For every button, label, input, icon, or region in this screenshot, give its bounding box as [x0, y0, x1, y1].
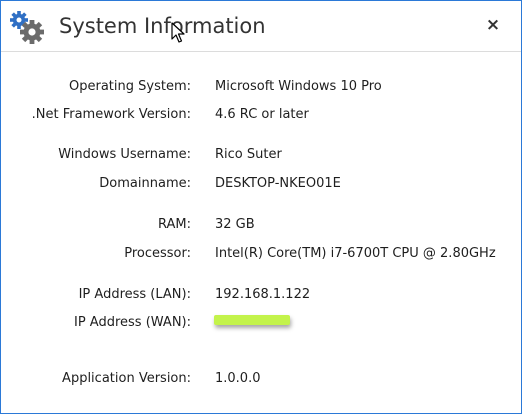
ram-value: 32 GB	[215, 217, 255, 232]
processor-value: Intel(R) Core(TM) i7-6700T CPU @ 2.80GHz	[215, 246, 496, 261]
net-framework-label: .Net Framework Version:	[31, 107, 191, 122]
row-application-version: Application Version: 1.0.0.0	[1, 371, 521, 393]
ram-label: RAM:	[158, 217, 191, 232]
windows-username-value: Rico Suter	[215, 147, 282, 162]
row-ip-lan: IP Address (LAN): 192.168.1.122	[1, 287, 521, 309]
processor-label: Processor:	[124, 246, 191, 261]
redaction-highlight	[214, 315, 290, 325]
close-button[interactable]: ×	[482, 13, 504, 37]
dialog-title: System Information	[59, 14, 266, 38]
operating-system-label: Operating System:	[69, 79, 191, 94]
row-windows-username: Windows Username: Rico Suter	[1, 147, 521, 169]
row-operating-system: Operating System: Microsoft Windows 10 P…	[1, 79, 521, 101]
net-framework-value: 4.6 RC or later	[215, 107, 309, 122]
application-version-label: Application Version:	[62, 371, 191, 386]
system-information-dialog: System Information × Operating System: M…	[0, 0, 522, 414]
dialog-titlebar: System Information ×	[1, 1, 521, 51]
operating-system-value: Microsoft Windows 10 Pro	[215, 79, 382, 94]
row-net-framework: .Net Framework Version: 4.6 RC or later	[1, 107, 521, 129]
domainname-value: DESKTOP-NKEO01E	[215, 176, 341, 191]
row-processor: Processor: Intel(R) Core(TM) i7-6700T CP…	[1, 246, 521, 268]
application-version-value: 1.0.0.0	[215, 371, 261, 386]
mouse-pointer-icon	[171, 22, 185, 43]
row-ram: RAM: 32 GB	[1, 217, 521, 239]
gears-icon	[10, 11, 44, 44]
ip-lan-label: IP Address (LAN):	[78, 287, 191, 302]
close-icon: ×	[485, 15, 501, 35]
ip-wan-label: IP Address (WAN):	[74, 315, 191, 330]
title-separator	[1, 51, 521, 52]
domainname-label: Domainname:	[99, 176, 191, 191]
windows-username-label: Windows Username:	[58, 147, 191, 162]
row-domainname: Domainname: DESKTOP-NKEO01E	[1, 176, 521, 198]
ip-lan-value: 192.168.1.122	[215, 287, 311, 302]
